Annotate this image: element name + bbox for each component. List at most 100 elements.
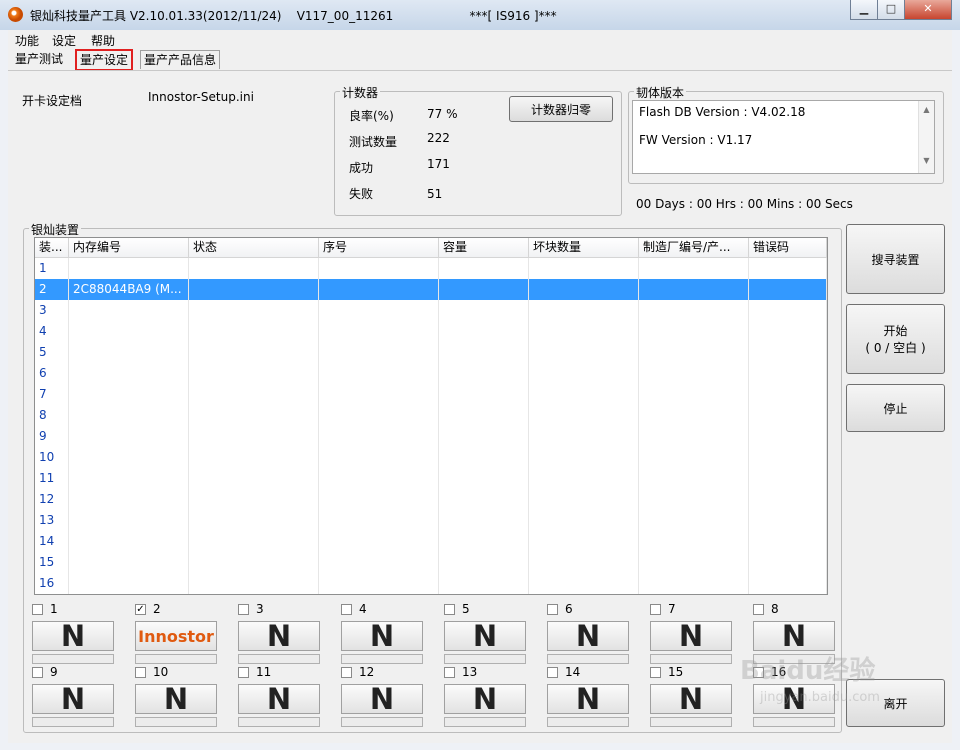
row-cell: [189, 363, 319, 384]
tab-product-info[interactable]: 量产产品信息: [140, 50, 221, 69]
start-button[interactable]: 开始 ( 0 / 空白 ): [846, 304, 945, 374]
table-row[interactable]: 12: [35, 489, 827, 510]
slot-status-button[interactable]: N: [238, 682, 320, 716]
slot-checkbox[interactable]: [547, 604, 558, 615]
counter-reset-button[interactable]: 计数器归零: [509, 96, 613, 122]
device-list[interactable]: 装... 内存编号 状态 序号 容量 坏块数量 制造厂编号/产... 错误码 1…: [34, 237, 828, 595]
search-devices-button[interactable]: 搜寻装置: [846, 224, 945, 294]
table-row[interactable]: 14: [35, 531, 827, 552]
table-row[interactable]: 6: [35, 363, 827, 384]
table-row[interactable]: 4: [35, 321, 827, 342]
row-cell: [639, 300, 749, 321]
slot-checkbox[interactable]: [753, 604, 764, 615]
slot-checkbox[interactable]: [341, 667, 352, 678]
row-cell: [529, 279, 639, 300]
slot-status-button[interactable]: Innostor: [135, 621, 217, 651]
col-memory-id[interactable]: 内存编号: [69, 238, 189, 257]
col-vendor-id[interactable]: 制造厂编号/产...: [639, 238, 749, 257]
table-row[interactable]: 15: [35, 552, 827, 573]
table-row[interactable]: 1: [35, 258, 827, 279]
slot-checkbox[interactable]: [32, 604, 43, 615]
table-row[interactable]: 13: [35, 510, 827, 531]
row-cell: [189, 405, 319, 426]
table-row[interactable]: 3: [35, 300, 827, 321]
scroll-up-icon[interactable]: ▲: [919, 105, 934, 114]
slot-checkbox[interactable]: [650, 604, 661, 615]
slot-status-button[interactable]: N: [238, 619, 320, 653]
counter-title: 计数器: [340, 84, 381, 101]
row-cell: [319, 342, 439, 363]
table-row[interactable]: 5: [35, 342, 827, 363]
row-cell: [639, 321, 749, 342]
stop-button[interactable]: 停止: [846, 384, 945, 432]
slot-checkbox[interactable]: [238, 604, 249, 615]
firmware-textbox[interactable]: Flash DB Version : V4.02.18 FW Version :…: [632, 100, 935, 174]
slot-checkbox[interactable]: [444, 667, 455, 678]
maximize-button[interactable]: □: [877, 0, 905, 20]
table-row[interactable]: 16: [35, 573, 827, 594]
slot-status-button[interactable]: N: [341, 682, 423, 716]
slot-progress-bar: [135, 717, 217, 727]
elapsed-timer: 00 Days : 00 Hrs : 00 Mins : 00 Secs: [636, 197, 853, 211]
row-cell: [189, 531, 319, 552]
menu-help[interactable]: 帮助: [91, 32, 115, 49]
close-button[interactable]: ✕: [904, 0, 952, 20]
firmware-scrollbar[interactable]: ▲ ▼: [918, 101, 934, 173]
col-error-code[interactable]: 错误码: [749, 238, 827, 257]
slot-checkbox[interactable]: [135, 667, 146, 678]
col-device[interactable]: 装...: [35, 238, 69, 257]
slot-progress-bar: [650, 654, 732, 664]
row-memory-id: [69, 258, 189, 279]
slot-checkbox[interactable]: [238, 667, 249, 678]
scroll-down-icon[interactable]: ▼: [919, 156, 934, 165]
slot-checkbox[interactable]: [444, 604, 455, 615]
row-cell: [189, 552, 319, 573]
col-status[interactable]: 状态: [189, 238, 319, 257]
slot-checkbox[interactable]: [547, 667, 558, 678]
counter-reset-label: 计数器归零: [530, 102, 591, 117]
slot-number: 15: [668, 665, 684, 679]
row-cell: [639, 468, 749, 489]
slot-status-button[interactable]: N: [341, 619, 423, 653]
slot-status-button[interactable]: N: [547, 682, 629, 716]
slot-status-button[interactable]: N: [135, 682, 217, 716]
slot-checkbox[interactable]: ✓: [135, 604, 146, 615]
slot-number: 7: [668, 602, 676, 616]
row-cell: [439, 552, 529, 573]
slot-number: 8: [771, 602, 779, 616]
slot-status-button[interactable]: N: [32, 619, 114, 653]
slot-checkbox[interactable]: [32, 667, 43, 678]
row-memory-id: [69, 405, 189, 426]
slot-status-button[interactable]: N: [444, 619, 526, 653]
slot-checkbox[interactable]: [650, 667, 661, 678]
tab-production-settings[interactable]: 量产设定: [75, 49, 134, 71]
row-cell: [189, 258, 319, 279]
slot-checkbox[interactable]: [341, 604, 352, 615]
row-cell: [639, 552, 749, 573]
slot-status-button[interactable]: N: [650, 682, 732, 716]
fail-value: 51: [427, 187, 443, 201]
slot-status-button[interactable]: N: [32, 682, 114, 716]
table-row[interactable]: 7: [35, 384, 827, 405]
slot-number: 11: [256, 665, 272, 679]
menu-function[interactable]: 功能: [15, 32, 39, 49]
table-row[interactable]: 11: [35, 468, 827, 489]
table-row[interactable]: 2 2C88044BA9 (M...: [35, 279, 827, 300]
col-bad-blocks[interactable]: 坏块数量: [529, 238, 639, 257]
slot-status-button[interactable]: N: [650, 619, 732, 653]
slot-progress-bar: [238, 654, 320, 664]
tab-production-test[interactable]: 量产测试: [12, 50, 67, 68]
table-row[interactable]: 9: [35, 426, 827, 447]
table-row[interactable]: 8: [35, 405, 827, 426]
minimize-button[interactable]: ▁: [850, 0, 878, 20]
slot-status-button[interactable]: N: [547, 619, 629, 653]
slot-number: 6: [565, 602, 573, 616]
slot-progress-bar: [32, 654, 114, 664]
col-serial[interactable]: 序号: [319, 238, 439, 257]
col-capacity[interactable]: 容量: [439, 238, 529, 257]
row-cell: [749, 342, 827, 363]
row-memory-id: [69, 510, 189, 531]
slot-status-button[interactable]: N: [444, 682, 526, 716]
table-row[interactable]: 10: [35, 447, 827, 468]
menu-settings[interactable]: 设定: [52, 32, 76, 49]
